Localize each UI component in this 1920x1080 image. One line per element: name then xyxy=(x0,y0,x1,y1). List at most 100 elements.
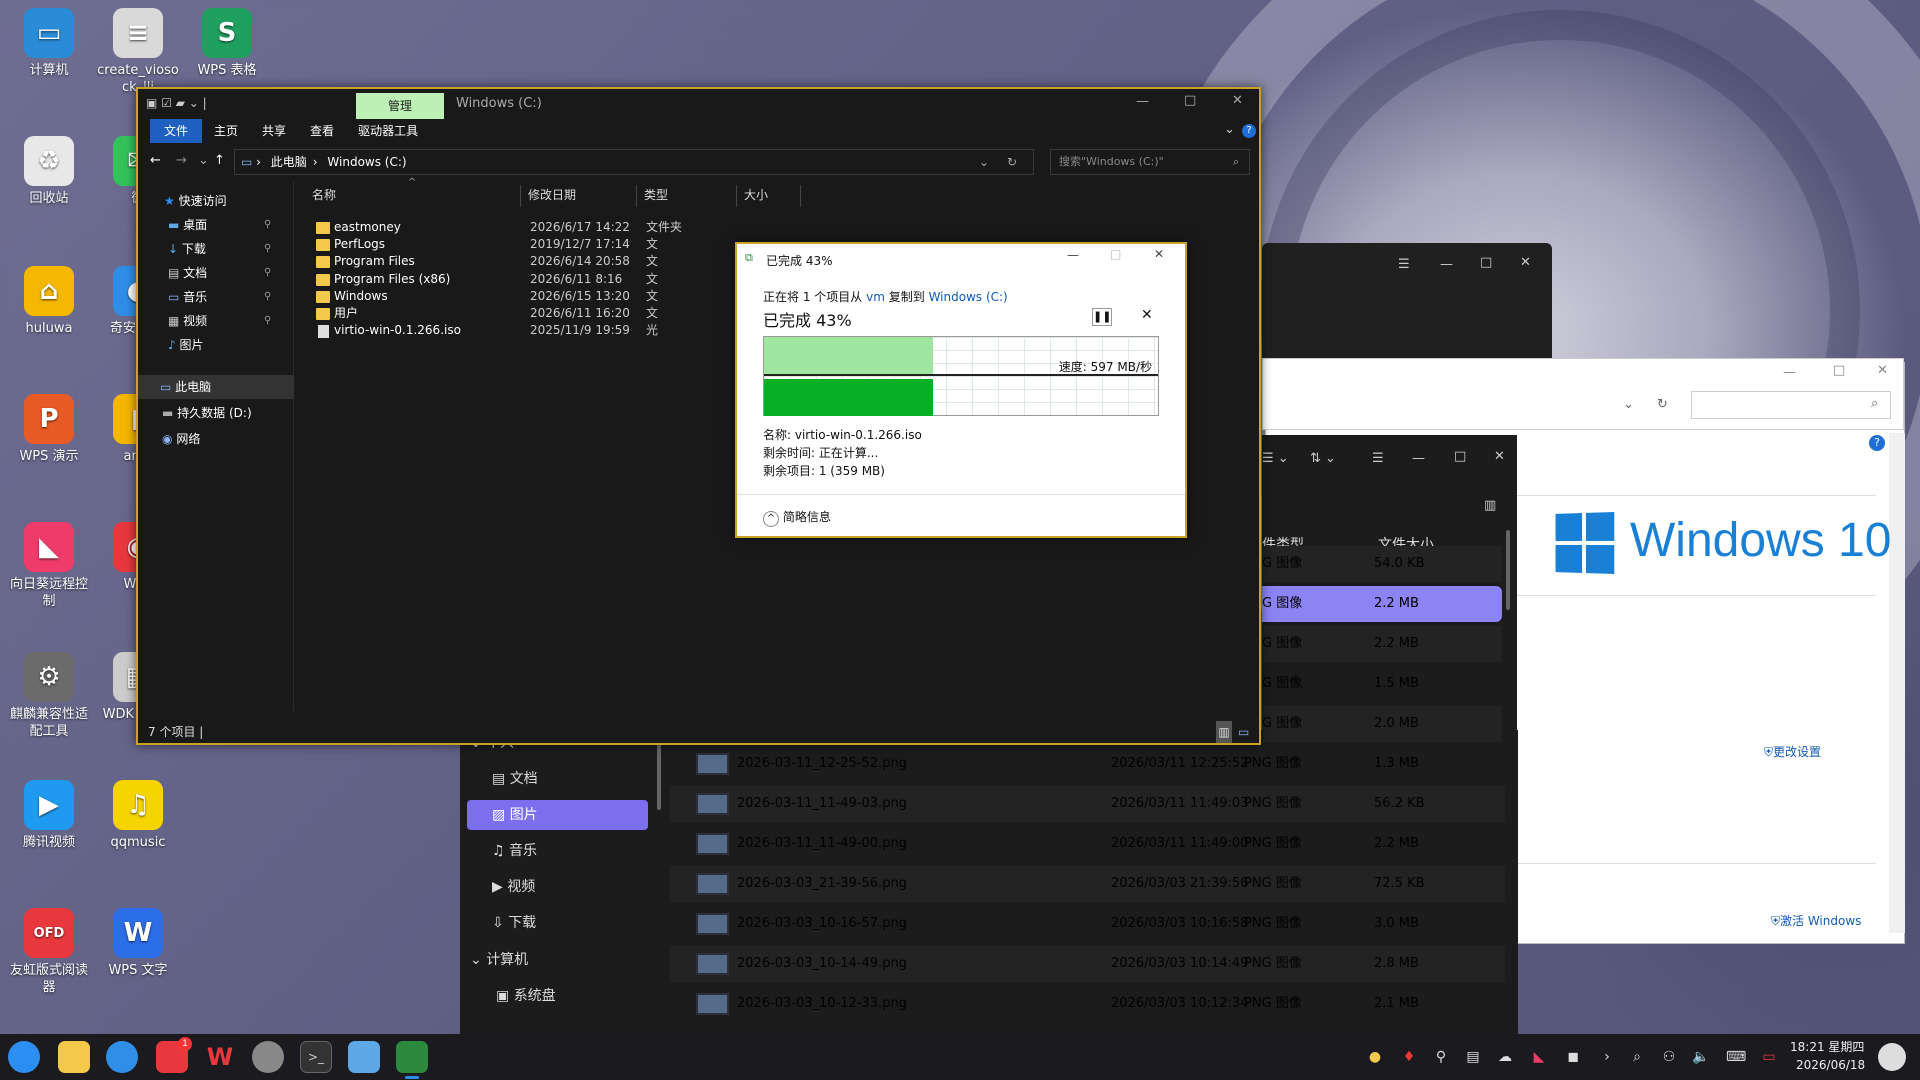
sidebar-item[interactable]: ⌄ 计算机 xyxy=(470,945,528,975)
mail-taskbar-icon[interactable]: 1 xyxy=(156,1037,192,1073)
address-dropdown-icon[interactable]: ⌄ xyxy=(979,150,989,174)
desktop-icon[interactable]: ♻ 回收站 xyxy=(5,136,93,207)
desktop-icon[interactable]: OFD 友虹版式阅读器 xyxy=(5,908,93,996)
column-name[interactable]: 名称 xyxy=(312,181,336,209)
ribbon-tab[interactable]: 共享 xyxy=(250,119,298,143)
volume-icon[interactable]: 🔈 xyxy=(1692,1048,1710,1066)
table-row[interactable]: 2026-03-03_10-16-57.png 2026/03/03 10:16:… xyxy=(670,906,1505,942)
file-row[interactable]: eastmoney 2026/6/17 14:22 文件夹 xyxy=(296,219,736,236)
file-row[interactable]: virtio-win-0.1.266.iso 2025/11/9 19:59 光 xyxy=(296,322,736,339)
minimize-icon[interactable]: — xyxy=(1783,365,1796,380)
address-bar[interactable]: ▭ › 此电脑 › Windows (C:) ⌄ ↻ xyxy=(234,149,1034,175)
network-icon[interactable]: ⚇ xyxy=(1660,1048,1678,1066)
activate-windows-link[interactable]: ⛨激活 Windows xyxy=(1771,912,1861,929)
sidebar-item[interactable]: ▣ 系统盘 xyxy=(496,981,556,1011)
menu-icon[interactable]: ☰ xyxy=(1372,451,1384,466)
sidebar-scrollbar[interactable] xyxy=(657,740,661,810)
desktop-icon[interactable]: ▭ 计算机 xyxy=(5,8,93,79)
refresh-icon[interactable]: ↻ xyxy=(1657,397,1668,412)
sort-icon[interactable]: ⇅ ⌄ xyxy=(1310,451,1336,466)
minimize-icon[interactable]: — xyxy=(1412,451,1425,466)
breadcrumb-drive[interactable]: Windows (C:) xyxy=(327,155,406,169)
copy-taskbar-icon[interactable] xyxy=(396,1041,428,1073)
table-row[interactable]: G 图像 2.0 MB xyxy=(1262,706,1502,742)
tray-clipboard-icon[interactable]: ▤ xyxy=(1464,1048,1482,1066)
view-toggle-icon[interactable]: ☰ ⌄ xyxy=(1262,451,1289,466)
table-row[interactable]: G 图像 1.5 MB xyxy=(1262,666,1502,702)
table-row[interactable]: 2026-03-11_12-25-52.png 2026/03/11 12:25:… xyxy=(670,746,1505,782)
close-icon[interactable]: ✕ xyxy=(1154,247,1164,261)
desktop-icon[interactable]: ◣ 向日葵远程控制 xyxy=(5,522,93,610)
file-manager-taskbar-icon[interactable] xyxy=(58,1041,90,1073)
sidebar-item[interactable]: ▤ 文档 xyxy=(492,764,538,794)
file-row[interactable]: Windows 2026/6/15 13:20 文 xyxy=(296,288,736,305)
search-icon[interactable]: ⌕ xyxy=(1871,396,1878,411)
table-row[interactable]: G 图像 54.0 KB xyxy=(1262,546,1502,582)
tray-app-icon[interactable]: ◼ xyxy=(1564,1048,1582,1066)
ribbon-tab[interactable]: 查看 xyxy=(298,119,346,143)
fewer-details-button[interactable]: ^ 简略信息 xyxy=(763,508,831,527)
desktop-icon[interactable]: ⌂ huluwa xyxy=(5,266,93,337)
up-button[interactable]: ↑ xyxy=(214,153,225,168)
file-row[interactable]: 用户 2026/6/11 16:20 文 xyxy=(296,305,736,322)
table-row[interactable]: G 图像 2.2 MB xyxy=(1262,586,1502,622)
maximize-icon[interactable]: □ xyxy=(1454,449,1466,464)
desktop-icon[interactable]: S WPS 表格 xyxy=(183,8,271,79)
maximize-icon[interactable]: □ xyxy=(1110,247,1121,261)
browser-taskbar-icon[interactable] xyxy=(106,1041,138,1073)
desktop-icon[interactable]: ≡create_vioso ck_lli xyxy=(94,8,182,96)
refresh-icon[interactable]: ↻ xyxy=(1007,150,1017,174)
terminal-taskbar-icon[interactable]: >_ xyxy=(300,1041,332,1073)
wps-taskbar-icon[interactable]: W xyxy=(204,1041,236,1073)
desktop-icon[interactable]: ♫ qqmusic xyxy=(94,780,182,851)
sidebar-item[interactable]: ▶ 视频 xyxy=(492,872,535,902)
source-link[interactable]: vm xyxy=(866,290,885,304)
change-settings-link[interactable]: ⛨更改设置 xyxy=(1764,743,1821,760)
column-size[interactable]: 大小 xyxy=(744,181,768,209)
table-row[interactable]: 2026-03-11_11-49-03.png 2026/03/11 11:49:… xyxy=(670,786,1505,822)
column-type[interactable]: 类型 xyxy=(644,181,668,209)
pause-button[interactable]: ❚❚ xyxy=(1092,308,1112,326)
maximize-icon[interactable]: □ xyxy=(1184,93,1196,108)
sidebar-item[interactable]: ⇩ 下载 xyxy=(492,908,536,938)
file-row[interactable]: Program Files 2026/6/14 20:58 文 xyxy=(296,253,736,270)
tray-app-icon[interactable]: ● xyxy=(1366,1048,1384,1066)
table-row[interactable]: 2026-03-03_10-12-33.png 2026/03/03 10:12:… xyxy=(670,986,1505,1022)
explorer-taskbar-icon[interactable] xyxy=(348,1041,380,1073)
ribbon-tab[interactable]: 主页 xyxy=(202,119,250,143)
close-icon[interactable]: ✕ xyxy=(1232,93,1243,108)
destination-link[interactable]: Windows (C:) xyxy=(929,290,1008,304)
tray-app-icon[interactable]: ♦ xyxy=(1400,1048,1418,1066)
search-box[interactable]: 搜索"Windows (C:)" ⌕ xyxy=(1050,149,1250,175)
quick-access-toolbar[interactable]: ▣ ☑ ▰ ⌄ | xyxy=(146,96,207,110)
ribbon-tab[interactable]: 文件 xyxy=(150,119,203,143)
table-row[interactable]: 2026-03-03_21-39-56.png 2026/03/03 21:39:… xyxy=(670,866,1505,902)
file-manager-scrollbar[interactable] xyxy=(1506,530,1510,610)
tray-expand-icon[interactable]: › xyxy=(1598,1048,1616,1066)
breadcrumb-this-pc[interactable]: 此电脑 xyxy=(271,155,307,169)
cancel-copy-button[interactable]: ✕ xyxy=(1141,307,1153,323)
keyboard-icon[interactable]: ⌨ xyxy=(1726,1048,1746,1066)
file-row[interactable]: Program Files (x86) 2026/6/11 8:16 文 xyxy=(296,271,736,288)
nav-network[interactable]: ◉ 网络 xyxy=(162,427,200,451)
desktop-icon[interactable]: ⚙ 麒麟兼容性适配工具 xyxy=(5,652,93,740)
minimize-icon[interactable]: — xyxy=(1067,248,1079,262)
nav-quick-item[interactable]: ▦ 视频 ⚲ xyxy=(168,309,294,333)
show-desktop-icon[interactable] xyxy=(1878,1043,1906,1071)
nav-quick-item[interactable]: ↓ 下载 ⚲ xyxy=(168,237,294,261)
nav-drive-d[interactable]: ▬ 持久数据 (D:) xyxy=(162,401,252,425)
settings-taskbar-icon[interactable] xyxy=(252,1041,284,1073)
tray-sunlogin-icon[interactable]: ◣ xyxy=(1530,1048,1548,1066)
close-icon[interactable]: ✕ xyxy=(1520,255,1531,270)
column-layout-icon[interactable]: ▥ xyxy=(1484,498,1496,513)
ribbon-expand-icon[interactable]: ⌄ xyxy=(1224,122,1235,137)
nav-quick-item[interactable]: ▭ 音乐 ⚲ xyxy=(168,285,294,309)
back-button[interactable]: ← xyxy=(150,153,161,168)
recent-locations-icon[interactable]: ⌄ xyxy=(198,153,209,168)
tray-cloud-icon[interactable]: ☁ xyxy=(1496,1048,1514,1066)
about-scrollbar[interactable] xyxy=(1889,433,1905,933)
file-row[interactable]: PerfLogs 2019/12/7 17:14 文 xyxy=(296,236,736,253)
column-date[interactable]: 修改日期 xyxy=(528,181,576,209)
help-icon[interactable]: ? xyxy=(1242,124,1256,138)
close-icon[interactable]: ✕ xyxy=(1877,363,1888,378)
